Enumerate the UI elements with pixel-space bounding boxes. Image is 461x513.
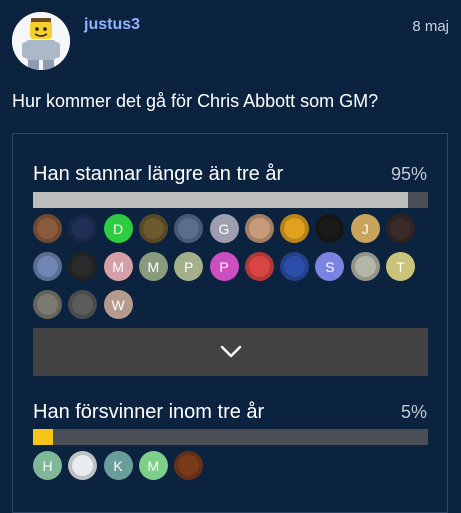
voter-avatar[interactable] — [280, 252, 310, 281]
voter-avatar[interactable]: P — [209, 252, 239, 281]
voter-avatar[interactable] — [386, 214, 415, 243]
voter-avatar[interactable]: T — [386, 252, 415, 281]
voter-avatar[interactable] — [68, 451, 98, 480]
voter-avatar[interactable] — [138, 214, 168, 243]
voter-avatar[interactable] — [68, 214, 98, 243]
expand-voters-button[interactable] — [33, 328, 428, 376]
poll-option-bar — [33, 429, 428, 445]
voter-avatar[interactable] — [280, 214, 310, 243]
voter-avatar[interactable]: K — [103, 451, 133, 480]
voter-avatar[interactable]: J — [350, 214, 380, 243]
voter-avatar[interactable]: W — [103, 290, 133, 319]
poll-option-percent: 5% — [400, 402, 427, 422]
poll-option-title: Han försvinner inom tre år — [33, 401, 265, 423]
voter-avatar[interactable] — [33, 252, 62, 281]
voter-avatar[interactable]: H — [33, 451, 62, 480]
voter-avatar[interactable] — [68, 290, 98, 319]
avatar[interactable] — [12, 12, 70, 70]
voter-avatar[interactable]: G — [209, 214, 239, 243]
voter-avatar[interactable] — [350, 252, 380, 281]
voter-avatar[interactable] — [315, 214, 345, 243]
username[interactable]: justus3 — [84, 16, 140, 34]
voter-avatar[interactable]: M — [138, 451, 168, 480]
voter-avatar[interactable] — [33, 214, 62, 243]
voter-avatar[interactable] — [174, 451, 204, 480]
voter-avatar[interactable]: S — [315, 252, 345, 281]
poll-option-percent: 95% — [390, 164, 427, 184]
voter-avatar[interactable] — [33, 290, 62, 319]
voter-avatar[interactable]: D — [103, 214, 133, 243]
poll-option-bar-fill — [33, 192, 409, 208]
voter-avatars: DGJMMPPSTW — [33, 214, 433, 324]
voter-avatar[interactable]: P — [174, 252, 204, 281]
poll: Han stannar längre än tre år 95% DGJMMPP… — [12, 133, 448, 513]
post-question: Hur kommer det gå för Chris Abbott som G… — [12, 91, 379, 111]
poll-option-title: Han stannar längre än tre år — [33, 163, 284, 185]
voter-avatar[interactable] — [174, 214, 204, 243]
voter-avatar[interactable] — [244, 252, 274, 281]
poll-option-bar-fill — [33, 429, 53, 445]
post-header: justus3 8 maj — [12, 12, 449, 74]
voter-avatar[interactable] — [244, 214, 274, 243]
lego-figure-icon — [12, 12, 70, 70]
voter-avatar[interactable]: M — [138, 252, 168, 281]
voter-avatar[interactable] — [68, 252, 98, 281]
chevron-down-icon — [220, 345, 241, 358]
poll-option-bar — [33, 192, 428, 208]
voter-avatar[interactable]: M — [103, 252, 133, 281]
voter-avatars: H KM — [33, 451, 433, 485]
post-date[interactable]: 8 maj — [412, 18, 449, 35]
